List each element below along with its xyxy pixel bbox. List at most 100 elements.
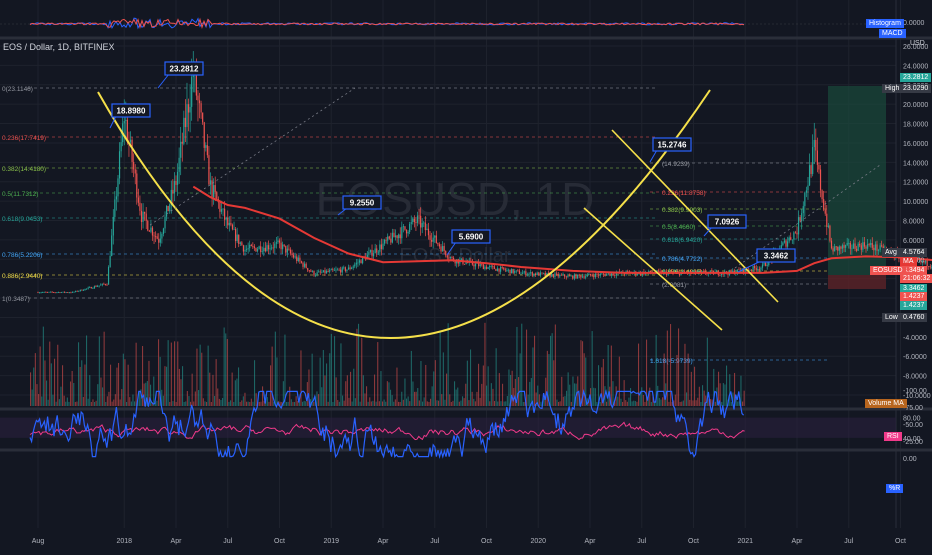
volume-bar [450,401,452,406]
volume-bar [689,399,691,406]
short-position-zone[interactable] [828,275,886,289]
volume-bar [63,395,65,406]
candle-body [924,260,927,263]
candle-body [596,273,598,275]
volume-bar [180,379,182,406]
candle-body [657,270,660,272]
volume-bar [442,352,444,406]
volume-bar [382,401,384,406]
time-axis-label: Oct [274,538,285,545]
candle-body [928,266,930,267]
candle-body [799,217,801,221]
fib-level-label: 0.618(9.0453) [2,216,42,223]
candle-body [383,239,386,244]
volume-bar [118,362,120,406]
fib-extension-label: 0.5(8.4660) [662,224,695,231]
candle-body [482,264,484,270]
volume-bar [441,394,443,406]
volume-bar [150,384,152,406]
volume-bar [255,393,257,406]
candle-body [385,239,387,241]
candle-body [852,243,855,249]
volume-bar [169,401,171,406]
candle-body [812,147,814,174]
volume-ma-legend[interactable]: Volume MA [865,399,907,408]
candle-body [501,267,503,268]
williams-r-tag[interactable]: %R [886,484,904,493]
candle-body [282,244,284,250]
candle-body [580,275,582,278]
volume-bar [558,401,560,406]
candle-body [427,228,430,236]
candle-body [871,243,873,248]
candle-body [137,197,139,203]
candle-body [588,273,590,275]
candle-body [169,204,171,212]
candle-body [228,222,230,226]
candle-body [56,292,58,294]
price-axis-tag-prefix: Avg [882,248,900,257]
macd-legend-macd[interactable]: MACD [879,29,906,38]
candle-body [136,173,138,198]
rsi-tag[interactable]: RSI [884,432,902,441]
volume-bar [617,396,619,406]
price-axis-tag[interactable]: MA [900,257,917,266]
candle-body [534,273,537,276]
candle-body [106,284,108,286]
volume-bar [286,401,288,406]
macd-legend-histogram[interactable]: Histogram [866,19,904,28]
price-axis-tag-prefix: Low [882,313,901,322]
volume-bar [39,346,41,406]
volume-bar [246,401,248,406]
volume-bar [164,366,166,406]
time-axis[interactable]: Aug 2018 Apr Jul Oct 2019 Apr Jul Oct 2020 Apr Jul O… [32,538,932,545]
candle-body [139,202,141,211]
price-axis-tag[interactable]: 0.4760 [900,313,928,322]
volume-bar [599,401,601,406]
price-axis-tag[interactable]: 21:06:32 [900,274,932,283]
candle-body [860,245,862,250]
volume-bar [153,376,155,406]
volume-bar [215,359,217,406]
price-axis-tag[interactable]: 23.2812 [900,73,932,82]
candle-body [426,228,428,231]
price-axis-tag[interactable]: 1.4237 [900,301,928,310]
chart-canvas[interactable]: EOSUSD, 1D EOS / Dollar 0(23.1146) 0.236(… [0,0,932,550]
volume-bar [417,388,419,406]
price-axis-tag[interactable]: 23.0290 [900,84,932,93]
volume-bar [236,378,238,406]
volume-bar [380,371,382,406]
volume-bar [446,373,448,406]
candle-body [873,247,875,251]
volume-bar [166,366,168,406]
time-axis-label: Apr [171,538,183,545]
volume-bar [302,401,304,406]
volume-bar [428,401,430,406]
volume-bar [433,371,435,406]
volume-bar [487,366,489,406]
candle-body [57,292,59,293]
volume-bar [474,401,476,406]
volume-bar [540,401,542,406]
volume-bar [377,342,379,406]
candle-body [176,171,179,185]
trendline-upper[interactable] [611,129,779,303]
volume-bar [70,381,72,406]
candle-body [601,273,603,275]
candle-body [843,245,845,248]
volume-bar [388,382,390,406]
candle-body [233,229,235,230]
price-axis-tag[interactable]: 1.4237 [900,292,928,301]
volume-bar [495,348,497,406]
candle-body [54,292,56,294]
candle-body [813,139,815,148]
volume-bar [327,401,329,406]
volume-bar [226,339,228,406]
price-axis-tag[interactable]: 4.5764 [900,248,928,257]
candle-body [398,234,400,239]
candle-body [280,242,282,250]
volume-bar [526,329,528,406]
volume-bar [305,401,307,406]
volume-bar [562,396,564,406]
candle-body [377,251,379,253]
